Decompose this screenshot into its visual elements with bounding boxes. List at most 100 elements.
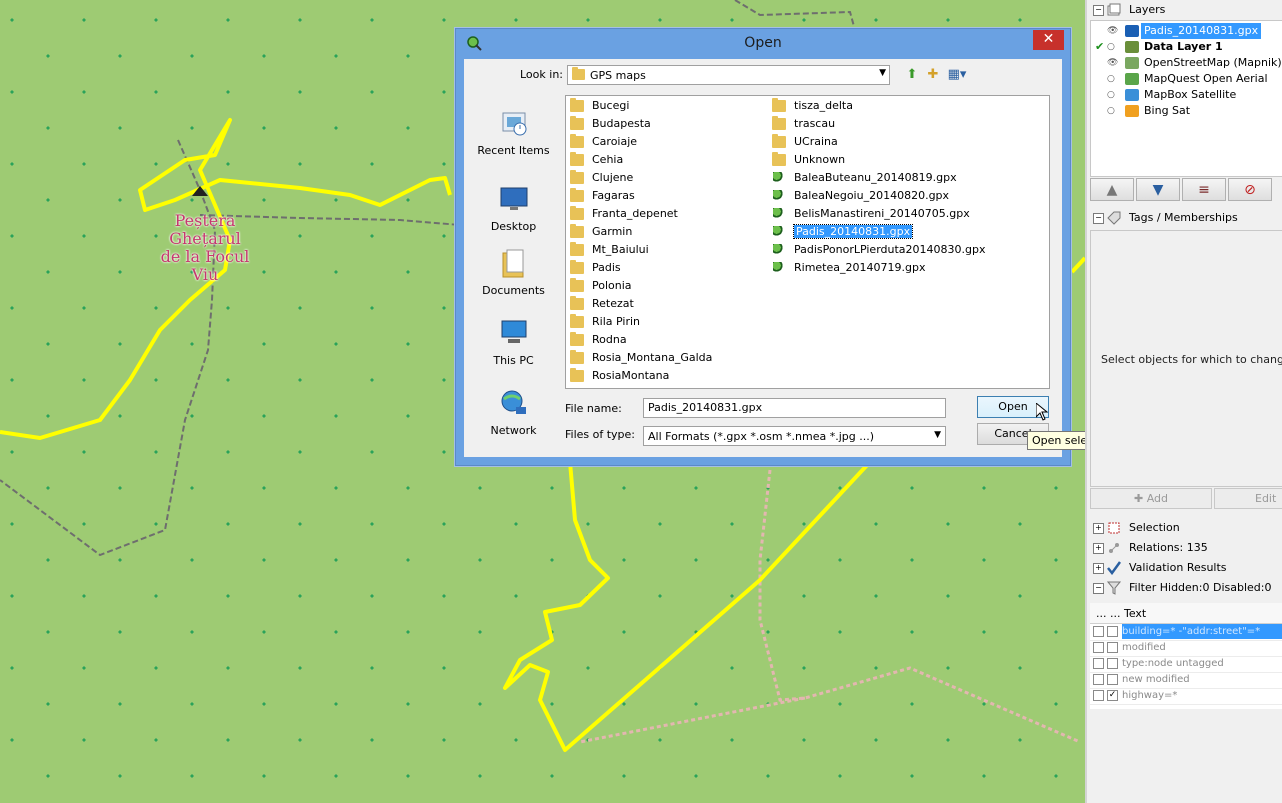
file-name-input[interactable]: Padis_20140831.gpx [643, 398, 946, 418]
gpx-file-item[interactable]: PadisPonorLPierduta20140830.gpx [772, 241, 986, 259]
folder-item[interactable]: Caroiaje [570, 133, 637, 151]
dialog-frame [1062, 59, 1070, 465]
view-menu-icon[interactable]: ▦▾ [946, 66, 968, 84]
gpx-file-icon [772, 172, 786, 184]
selection-header[interactable]: + Selection [1087, 518, 1282, 538]
folder-item[interactable]: Mt_Baiului [570, 241, 649, 259]
new-folder-icon[interactable]: ✚ [924, 66, 942, 84]
eye-off-icon[interactable]: ○ [1107, 87, 1119, 103]
place-documents[interactable]: Documents [465, 247, 562, 297]
hide-checkbox[interactable] [1107, 674, 1118, 685]
enable-checkbox[interactable] [1093, 658, 1104, 669]
filter-list[interactable]: building=* -"addr:street"=* modified typ… [1090, 624, 1282, 709]
layers-header[interactable]: − Layers [1087, 0, 1282, 20]
folder-item[interactable]: Polonia [570, 277, 632, 295]
hide-checkbox[interactable] [1107, 626, 1118, 637]
look-in-dropdown[interactable]: GPS maps ▼ [567, 65, 890, 85]
dialog-titlebar[interactable]: Open ✕ [456, 29, 1070, 59]
collapse-toggle-icon[interactable]: − [1093, 213, 1104, 224]
filter-rule[interactable]: ✓ highway=* [1090, 688, 1282, 705]
folder-item[interactable]: Franta_depenet [570, 205, 678, 223]
enable-checkbox[interactable] [1093, 626, 1104, 637]
folder-item[interactable]: Unknown [772, 151, 845, 169]
tags-header[interactable]: − Tags / Memberships [1087, 208, 1282, 228]
folder-item[interactable]: Padis [570, 259, 621, 277]
filter-rule[interactable]: new modified [1090, 672, 1282, 689]
filter-rule[interactable]: building=* -"addr:street"=* [1090, 624, 1282, 641]
folder-item[interactable]: Clujene [570, 169, 633, 187]
add-tag-button[interactable]: ✚ Add [1090, 488, 1212, 509]
close-button[interactable]: ✕ [1033, 30, 1064, 50]
file-list[interactable]: Bucegi Budapesta Caroiaje Cehia Clujene … [565, 95, 1050, 389]
folder-icon [772, 116, 786, 130]
folder-item[interactable]: Cehia [570, 151, 623, 169]
eye-off-icon[interactable]: ○ [1107, 103, 1119, 119]
layer-row[interactable]: ○ MapBox Satellite [1091, 87, 1282, 103]
collapse-toggle-icon[interactable]: − [1093, 583, 1104, 594]
validation-title: Validation Results [1129, 561, 1227, 574]
up-folder-icon[interactable]: ⬆ [903, 66, 921, 84]
layer-row[interactable]: ○ MapQuest Open Aerial [1091, 71, 1282, 87]
validation-header[interactable]: + Validation Results [1087, 558, 1282, 578]
folder-icon [772, 134, 786, 148]
file-type-dropdown[interactable]: All Formats (*.gpx *.osm *.nmea *.jpg ..… [643, 426, 946, 446]
folder-item[interactable]: trascau [772, 115, 835, 133]
move-down-button[interactable]: ▼ [1136, 178, 1180, 201]
gpx-file-item[interactable]: BelisManastireni_20140705.gpx [772, 205, 970, 223]
layer-row[interactable]: 👁 OpenStreetMap (Mapnik) [1091, 55, 1282, 71]
filter-rule[interactable]: modified [1090, 640, 1282, 657]
place-network[interactable]: Network [465, 387, 562, 437]
layer-row[interactable]: ✔ ○ Data Layer 1 [1091, 39, 1282, 55]
folder-item[interactable]: Fagaras [570, 187, 635, 205]
merge-layer-button[interactable]: ≡ [1182, 178, 1226, 201]
selection-icon [1108, 522, 1120, 534]
layer-row[interactable]: ○ Bing Sat [1091, 103, 1282, 119]
eye-off-icon[interactable]: ○ [1107, 39, 1119, 55]
folder-item[interactable]: Retezat [570, 295, 634, 313]
layer-row[interactable]: 👁 Padis_20140831.gpx [1091, 23, 1282, 39]
enable-checkbox[interactable] [1093, 674, 1104, 685]
place-desktop[interactable]: Desktop [465, 183, 562, 233]
folder-item[interactable]: Rodna [570, 331, 627, 349]
folder-icon [570, 224, 584, 238]
gpx-file-item-selected[interactable]: Padis_20140831.gpx [772, 223, 914, 241]
folder-item[interactable]: Rosia_Montana_Galda [570, 349, 712, 367]
folder-item[interactable]: Bucegi [570, 97, 629, 115]
layers-list[interactable]: 👁 Padis_20140831.gpx ✔ ○ Data Layer 1 👁 … [1090, 20, 1282, 177]
folder-item[interactable]: RosiaMontana [570, 367, 669, 385]
edit-tag-button[interactable]: Edit [1214, 488, 1282, 509]
enable-checkbox[interactable] [1093, 690, 1104, 701]
gpx-track [1070, 256, 1085, 274]
eye-icon[interactable]: 👁 [1107, 55, 1119, 71]
gpx-file-item[interactable]: BaleaButeanu_20140819.gpx [772, 169, 957, 187]
tags-title: Tags / Memberships [1129, 211, 1238, 224]
footpath-line [0, 139, 217, 557]
folder-item[interactable]: Garmin [570, 223, 632, 241]
expand-toggle-icon[interactable]: + [1093, 563, 1104, 574]
gpx-file-icon [772, 208, 786, 220]
enable-checkbox[interactable] [1093, 642, 1104, 653]
expand-toggle-icon[interactable]: + [1093, 543, 1104, 554]
hide-checkbox-checked[interactable]: ✓ [1107, 690, 1118, 701]
eye-off-icon[interactable]: ○ [1107, 71, 1119, 87]
hide-checkbox[interactable] [1107, 658, 1118, 669]
filter-header[interactable]: − Filter Hidden:0 Disabled:0 [1087, 578, 1282, 598]
hide-checkbox[interactable] [1107, 642, 1118, 653]
folder-item[interactable]: Budapesta [570, 115, 651, 133]
folder-item[interactable]: Rila Pirin [570, 313, 640, 331]
folder-item[interactable]: tisza_delta [772, 97, 853, 115]
delete-layer-button[interactable]: ⊘ [1228, 178, 1272, 201]
expand-toggle-icon[interactable]: + [1093, 523, 1104, 534]
place-label: This PC [493, 354, 534, 367]
collapse-toggle-icon[interactable]: − [1093, 5, 1104, 16]
filter-rule[interactable]: type:node untagged [1090, 656, 1282, 673]
gpx-file-item[interactable]: BaleaNegoiu_20140820.gpx [772, 187, 949, 205]
relations-header[interactable]: + Relations: 135 [1087, 538, 1282, 558]
place-recent-items[interactable]: Recent Items [465, 107, 562, 157]
move-up-button[interactable]: ▲ [1090, 178, 1134, 201]
place-this-pc[interactable]: This PC [465, 317, 562, 367]
folder-item[interactable]: UCraina [772, 133, 838, 151]
gpx-file-item[interactable]: Rimetea_20140719.gpx [772, 259, 925, 277]
eye-icon[interactable]: 👁 [1107, 23, 1119, 39]
folder-icon [572, 67, 585, 80]
